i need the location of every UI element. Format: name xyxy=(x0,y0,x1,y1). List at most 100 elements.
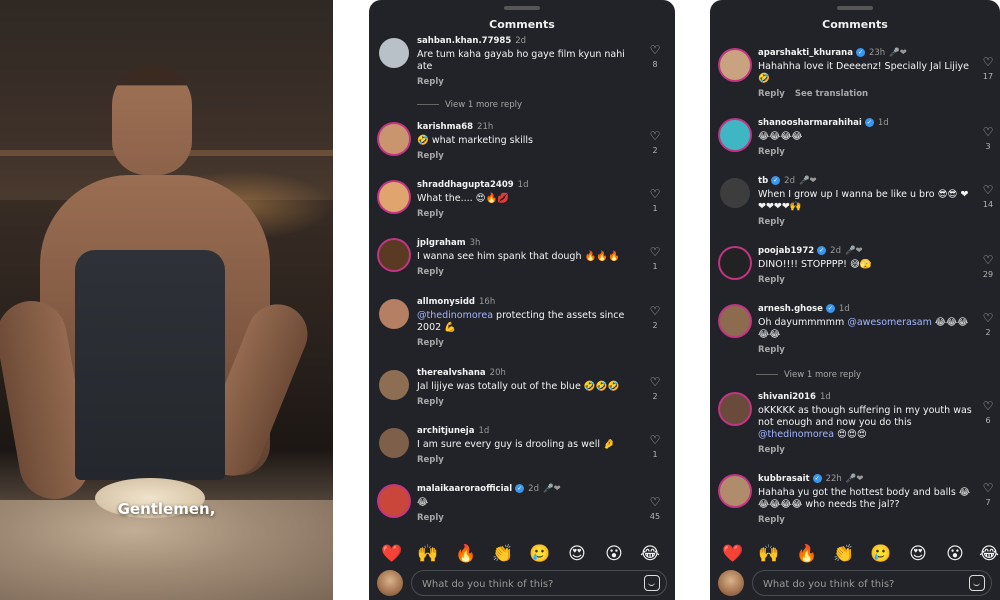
comment-username[interactable]: jplgraham xyxy=(417,238,466,248)
like-button[interactable]: ♡ 1 xyxy=(645,246,665,271)
heart-icon[interactable]: ♡ xyxy=(978,400,998,412)
comment-username[interactable]: shivani2016 xyxy=(758,392,816,402)
avatar[interactable] xyxy=(379,299,409,329)
reply-button[interactable]: Reply xyxy=(758,147,972,157)
current-user-avatar[interactable] xyxy=(718,570,744,596)
reply-button[interactable]: Reply xyxy=(758,89,785,99)
emoji-tear-smile[interactable]: 🥲 xyxy=(870,544,892,564)
drag-handle[interactable] xyxy=(504,6,540,10)
comment-username[interactable]: architjuneja xyxy=(417,426,474,436)
view-more-replies[interactable]: View 1 more reply xyxy=(417,100,522,110)
comment-username[interactable]: tb xyxy=(758,176,768,186)
emoji-heart-eyes[interactable]: 😍 xyxy=(566,544,588,564)
avatar[interactable] xyxy=(379,370,409,400)
mention-link[interactable]: @thedinomorea xyxy=(758,429,834,440)
drag-handle[interactable] xyxy=(837,6,873,10)
reply-button[interactable]: Reply xyxy=(758,275,972,285)
mention-link[interactable]: @thedinomorea xyxy=(417,310,493,321)
reply-button[interactable]: Reply xyxy=(758,515,972,525)
view-more-label[interactable]: View 1 more reply xyxy=(784,370,861,380)
heart-icon[interactable]: ♡ xyxy=(645,434,665,446)
view-more-label[interactable]: View 1 more reply xyxy=(445,100,522,110)
comment-username[interactable]: karishma68 xyxy=(417,122,473,132)
like-button[interactable]: ♡ 8 xyxy=(645,44,665,69)
heart-icon[interactable]: ♡ xyxy=(645,496,665,508)
comment-input[interactable] xyxy=(763,575,961,593)
avatar[interactable] xyxy=(720,120,750,150)
view-more-replies[interactable]: View 1 more reply xyxy=(756,370,861,380)
heart-icon[interactable]: ♡ xyxy=(645,376,665,388)
emoji-fire[interactable]: 🔥 xyxy=(455,544,477,564)
like-button[interactable]: ♡ 1 xyxy=(645,188,665,213)
comment-username[interactable]: poojab1972 xyxy=(758,246,814,256)
avatar[interactable] xyxy=(379,38,409,68)
like-button[interactable]: ♡ 3 xyxy=(978,126,998,151)
comment-username[interactable]: arnesh.ghose xyxy=(758,304,823,314)
comment-input-box[interactable] xyxy=(752,570,992,596)
heart-icon[interactable]: ♡ xyxy=(645,246,665,258)
comment-input[interactable] xyxy=(422,575,636,593)
emoji-heart-eyes[interactable]: 😍 xyxy=(907,544,929,564)
emoji-fire[interactable]: 🔥 xyxy=(796,544,818,564)
comment-username[interactable]: allmonysidd xyxy=(417,297,475,307)
avatar[interactable] xyxy=(379,428,409,458)
emoji-clap[interactable]: 👏 xyxy=(833,544,855,564)
reply-button[interactable]: Reply xyxy=(417,455,639,465)
reply-button[interactable]: Reply xyxy=(417,209,639,219)
like-button[interactable]: ♡ 2 xyxy=(978,312,998,337)
like-button[interactable]: ♡ 14 xyxy=(978,184,998,209)
comment-username[interactable]: therealvshana xyxy=(417,368,486,378)
comment-username[interactable]: aparshakti_khurana xyxy=(758,48,853,58)
heart-icon[interactable]: ♡ xyxy=(645,44,665,56)
avatar[interactable] xyxy=(379,486,409,516)
comment-username[interactable]: sahban.khan.77985 xyxy=(417,36,511,46)
comment-username[interactable]: malaikaaroraofficial xyxy=(417,484,512,494)
like-button[interactable]: ♡ 1 xyxy=(645,434,665,459)
avatar[interactable] xyxy=(379,182,409,212)
emoji-heart[interactable]: ❤️ xyxy=(722,544,744,564)
avatar[interactable] xyxy=(720,178,750,208)
avatar[interactable] xyxy=(720,248,750,278)
sticker-icon[interactable] xyxy=(969,575,985,591)
video-frame[interactable]: Gentlemen, xyxy=(0,0,333,600)
heart-icon[interactable]: ♡ xyxy=(978,312,998,324)
sticker-icon[interactable] xyxy=(644,575,660,591)
emoji-heart[interactable]: ❤️ xyxy=(381,544,403,564)
like-button[interactable]: ♡ 2 xyxy=(645,305,665,330)
like-button[interactable]: ♡ 45 xyxy=(645,496,665,521)
emoji-raised-hands[interactable]: 🙌 xyxy=(758,544,780,564)
emoji-laughing[interactable]: 😂 xyxy=(978,544,1000,564)
comment-username[interactable]: shanoosharmarahihai xyxy=(758,118,862,128)
heart-icon[interactable]: ♡ xyxy=(645,130,665,142)
current-user-avatar[interactable] xyxy=(377,570,403,596)
emoji-raised-hands[interactable]: 🙌 xyxy=(417,544,439,564)
emoji-surprised[interactable]: 😮 xyxy=(603,544,625,564)
like-button[interactable]: ♡ 2 xyxy=(645,130,665,155)
reply-button[interactable]: Reply xyxy=(417,151,639,161)
reply-button[interactable]: Reply xyxy=(417,397,639,407)
heart-icon[interactable]: ♡ xyxy=(978,184,998,196)
like-button[interactable]: ♡ 29 xyxy=(978,254,998,279)
reply-button[interactable]: Reply xyxy=(758,217,972,227)
like-button[interactable]: ♡ 17 xyxy=(978,56,998,81)
reply-button[interactable]: Reply xyxy=(417,338,639,348)
avatar[interactable] xyxy=(379,124,409,154)
heart-icon[interactable]: ♡ xyxy=(978,126,998,138)
avatar[interactable] xyxy=(720,476,750,506)
reply-button[interactable]: Reply xyxy=(417,267,639,277)
reply-button[interactable]: Reply xyxy=(417,513,639,523)
heart-icon[interactable]: ♡ xyxy=(645,305,665,317)
comment-username[interactable]: shraddhagupta2409 xyxy=(417,180,514,190)
avatar[interactable] xyxy=(720,394,750,424)
like-button[interactable]: ♡ 7 xyxy=(978,482,998,507)
emoji-tear-smile[interactable]: 🥲 xyxy=(529,544,551,564)
comment-username[interactable]: kubbrasait xyxy=(758,474,810,484)
like-button[interactable]: ♡ 6 xyxy=(978,400,998,425)
avatar[interactable] xyxy=(720,306,750,336)
comment-input-box[interactable] xyxy=(411,570,667,596)
heart-icon[interactable]: ♡ xyxy=(645,188,665,200)
avatar[interactable] xyxy=(379,240,409,270)
emoji-clap[interactable]: 👏 xyxy=(492,544,514,564)
heart-icon[interactable]: ♡ xyxy=(978,482,998,494)
like-button[interactable]: ♡ 2 xyxy=(645,376,665,401)
